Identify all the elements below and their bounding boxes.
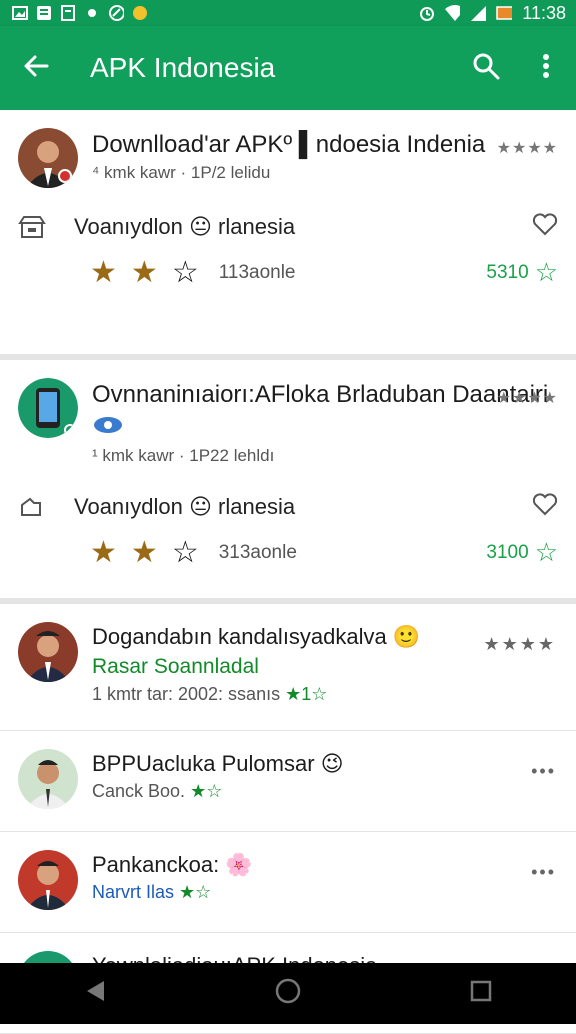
wifi-icon [444, 5, 461, 21]
item-title: BPPUacluka Pulomsar 😉 [92, 751, 344, 776]
heart-outline-icon [532, 493, 558, 520]
back-triangle-icon[interactable] [84, 979, 106, 1008]
featured-card[interactable]: Ovnnaninıaiorı:AFloka Brladuban Daantair… [0, 360, 576, 604]
list-item[interactable]: BPPUacluka Pulomsar 😉 Canck Boo. ★☆ ••• [0, 731, 576, 832]
search-button[interactable] [456, 26, 516, 110]
coin-notification-icon [132, 5, 148, 21]
app-meta: ¹ kmk kawr · 1P22 lehldı [92, 446, 275, 465]
rating-count: 113aonle [218, 261, 296, 283]
message-notification-icon [36, 5, 52, 21]
hand-icon [18, 493, 74, 521]
battery-icon [496, 5, 513, 21]
star-filled-icon: ★ [130, 536, 158, 569]
item-subtitle: Narvrt Ilas ★☆ [92, 882, 212, 902]
star-filled-icon: ★ [90, 536, 117, 569]
avatar [18, 622, 78, 682]
app-list: Downlload'ar APKº ▌ndoesia Indenia ⁴ kmk… [0, 110, 576, 1034]
item-rating-small: ★★★★ [483, 634, 556, 654]
eye-badge-icon [92, 414, 124, 441]
recents-square-icon[interactable] [470, 980, 492, 1007]
item-subtitle: Rasar Soannladal [92, 655, 259, 678]
star-outline-icon: ☆ [171, 536, 199, 569]
developer-label: Voanıydlon 😐 rlanesia [74, 213, 296, 239]
developer-label: Voanıydlon 😐 rlanesia [74, 493, 296, 519]
phone-app-icon [18, 378, 78, 438]
signal-icon [470, 5, 487, 21]
alarm-icon [418, 5, 435, 21]
status-time: 11:38 [522, 2, 566, 23]
avatar [18, 850, 78, 910]
item-rating: ★☆ [179, 882, 212, 902]
app-bar: APK Indonesia [0, 26, 576, 110]
item-title: Pankanckoa: 🌸 [92, 852, 253, 877]
rating-stars-small: ★★★★ [496, 390, 558, 407]
back-button[interactable] [0, 26, 72, 110]
overflow-menu-button[interactable] [516, 26, 576, 110]
star-filled-icon: ★ [130, 256, 158, 289]
more-vert-icon [542, 53, 550, 84]
arrow-left-icon [23, 53, 49, 84]
calendar-notification-icon [60, 5, 76, 21]
dot-notification-icon [84, 5, 100, 21]
list-item[interactable]: Dogandabın kandalısyadkalva 🙂 Rasar Soan… [0, 604, 576, 731]
list-item[interactable]: Pankanckoa: 🌸 Narvrt Ilas ★☆ ••• [0, 832, 576, 933]
image-notification-icon [12, 5, 28, 21]
system-nav-bar [0, 963, 576, 1024]
home-circle-icon[interactable] [275, 978, 301, 1009]
page-title: APK Indonesia [90, 52, 276, 83]
more-horiz-icon[interactable]: ••• [531, 862, 556, 883]
app-title: Ovnnaninıaiorı:AFloka Brladuban Daantair… [92, 378, 558, 444]
featured-card[interactable]: Downlload'ar APKº ▌ndoesia Indenia ⁴ kmk… [0, 110, 576, 360]
app-title: Downlload'ar APKº ▌ndoesia Indenia [92, 131, 486, 158]
favorite-button[interactable] [532, 212, 558, 241]
star-outline-green-icon: ☆ [534, 257, 558, 287]
store-icon [18, 213, 74, 241]
star-filled-icon: ★ [90, 256, 117, 289]
avatar [18, 749, 78, 809]
star-outline-green-icon: ☆ [534, 537, 558, 567]
app-meta: ⁴ kmk kawr · 1P/2 lelidu [92, 163, 271, 182]
status-bar: 11:38 [0, 0, 576, 26]
item-meta: 1 kmtr tar: 2002: ssanıs ★1☆ [92, 684, 328, 704]
avatar [18, 128, 78, 188]
search-icon [472, 52, 500, 85]
star-outline-icon: ☆ [171, 256, 199, 289]
link-notification-icon [108, 5, 124, 21]
favorite-button[interactable] [532, 492, 558, 521]
item-subtitle: Canck Boo. ★☆ [92, 781, 223, 801]
item-rating: ★☆ [190, 781, 223, 801]
more-horiz-icon[interactable]: ••• [531, 761, 556, 782]
rating-stars-small: ★★★★ [496, 140, 558, 157]
heart-outline-icon [532, 213, 558, 240]
item-rating: ★1☆ [285, 684, 328, 704]
rating-score: 5310 ☆ [486, 257, 558, 287]
rating-count: 313aonle [218, 541, 297, 563]
rating-score: 3100 ☆ [486, 537, 558, 567]
